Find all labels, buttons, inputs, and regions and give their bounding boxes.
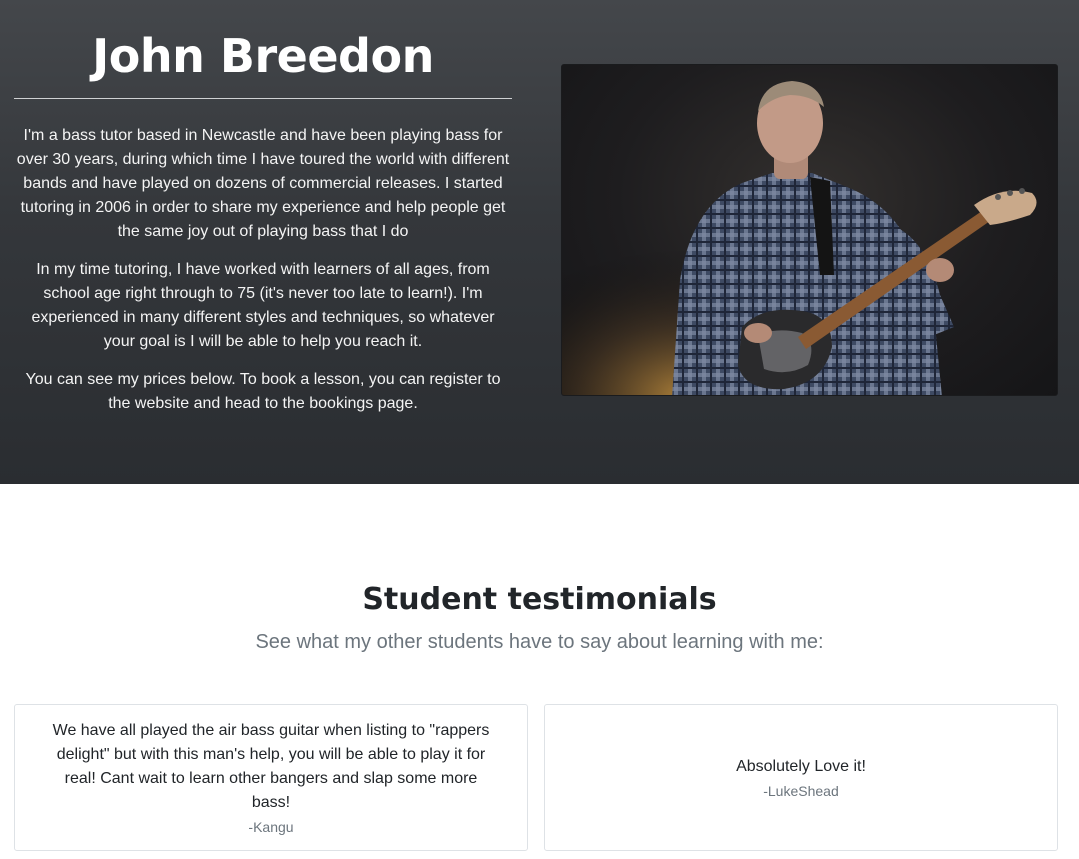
testimonial-card: We have all played the air bass guitar w… [14,704,528,851]
title-divider [14,98,512,99]
testimonials-subheading: See what my other students have to say a… [255,631,824,653]
bass-player-illustration [562,65,1057,395]
bio-paragraph: I'm a bass tutor based in Newcastle and … [16,127,510,240]
testimonial-author: -LukeShead [763,782,839,799]
testimonial-card: Absolutely Love it! -LukeShead [544,704,1058,851]
bio-paragraph: You can see my prices below. To book a l… [25,371,501,412]
page-title: John Breedon [92,29,434,83]
hero-intro: John Breedon I'm a bass tutor based in N… [14,28,512,416]
hero-section: John Breedon I'm a bass tutor based in N… [0,0,1079,484]
testimonial-author: -Kangu [248,818,294,835]
testimonials-heading: Student testimonials [362,582,717,617]
testimonial-quote: We have all played the air bass guitar w… [52,721,490,811]
tutor-photo [561,64,1058,396]
bio-paragraph: In my time tutoring, I have worked with … [31,261,495,350]
testimonial-quote: Absolutely Love it! [736,757,866,775]
